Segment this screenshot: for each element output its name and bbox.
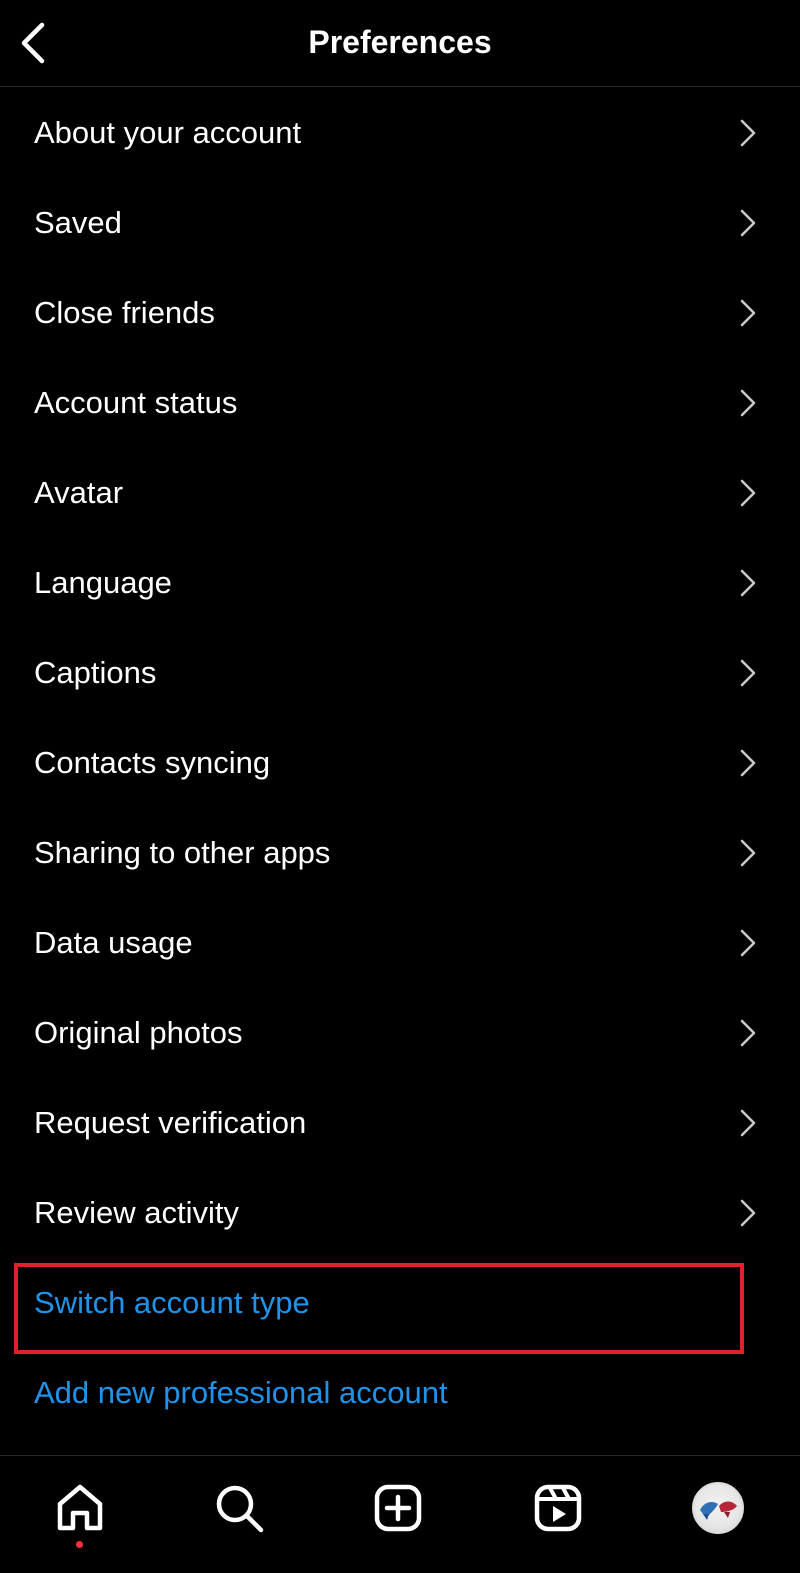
menu-item-label: Contacts syncing <box>34 745 271 780</box>
tab-search[interactable] <box>209 1478 269 1538</box>
tab-create[interactable] <box>368 1478 428 1538</box>
reels-icon <box>534 1484 582 1532</box>
menu-item-data-usage[interactable]: Data usage <box>0 898 800 988</box>
avatar-image <box>700 1501 737 1520</box>
link-label: Switch account type <box>34 1285 310 1320</box>
menu-item-review-activity[interactable]: Review activity <box>0 1168 800 1258</box>
tab-profile[interactable] <box>688 1478 748 1538</box>
chevron-right-icon <box>740 659 756 687</box>
menu-item-original-photos[interactable]: Original photos <box>0 988 800 1078</box>
link-label: Add new professional account <box>34 1375 448 1410</box>
search-icon <box>216 1485 264 1533</box>
chevron-right-icon <box>740 479 756 507</box>
menu-item-label: Language <box>34 565 172 600</box>
page-title: Preferences <box>308 24 492 60</box>
menu-item-label: About your account <box>34 115 302 150</box>
switch-account-type-link[interactable]: Switch account type <box>0 1258 800 1348</box>
add-professional-account-link[interactable]: Add new professional account <box>0 1348 800 1438</box>
chevron-right-icon <box>740 389 756 417</box>
chevron-right-icon <box>740 119 756 147</box>
chevron-right-icon <box>740 299 756 327</box>
chevron-right-icon <box>740 1199 756 1227</box>
preferences-list: About your account Saved Close friends A… <box>0 88 800 1438</box>
notification-dot <box>76 1541 83 1548</box>
home-icon <box>57 1484 103 1531</box>
tab-reels[interactable] <box>528 1478 588 1538</box>
menu-item-language[interactable]: Language <box>0 538 800 628</box>
chevron-right-icon <box>740 209 756 237</box>
menu-item-label: Review activity <box>34 1195 239 1230</box>
menu-item-label: Request verification <box>34 1105 307 1140</box>
profile-avatar <box>692 1482 744 1534</box>
create-icon <box>374 1484 422 1532</box>
menu-item-label: Avatar <box>34 475 124 510</box>
bottom-tab-bar <box>0 1455 800 1573</box>
menu-item-label: Saved <box>34 205 122 240</box>
menu-item-label: Sharing to other apps <box>34 835 331 870</box>
menu-item-label: Data usage <box>34 925 193 960</box>
menu-item-request-verification[interactable]: Request verification <box>0 1078 800 1168</box>
chevron-right-icon <box>740 1019 756 1047</box>
chevron-right-icon <box>740 929 756 957</box>
tab-home[interactable] <box>50 1478 110 1538</box>
menu-item-close-friends[interactable]: Close friends <box>0 268 800 358</box>
menu-item-captions[interactable]: Captions <box>0 628 800 718</box>
chevron-right-icon <box>740 749 756 777</box>
menu-item-about-your-account[interactable]: About your account <box>0 88 800 178</box>
menu-item-contacts-syncing[interactable]: Contacts syncing <box>0 718 800 808</box>
chevron-right-icon <box>740 569 756 597</box>
menu-item-label: Original photos <box>34 1015 243 1050</box>
menu-item-sharing-to-other-apps[interactable]: Sharing to other apps <box>0 808 800 898</box>
menu-item-saved[interactable]: Saved <box>0 178 800 268</box>
menu-item-account-status[interactable]: Account status <box>0 358 800 448</box>
chevron-right-icon <box>740 1109 756 1137</box>
menu-item-label: Captions <box>34 655 157 690</box>
menu-item-label: Account status <box>34 385 238 420</box>
top-bar: Preferences <box>0 0 800 87</box>
chevron-right-icon <box>740 839 756 867</box>
menu-item-label: Close friends <box>34 295 215 330</box>
menu-item-avatar[interactable]: Avatar <box>0 448 800 538</box>
